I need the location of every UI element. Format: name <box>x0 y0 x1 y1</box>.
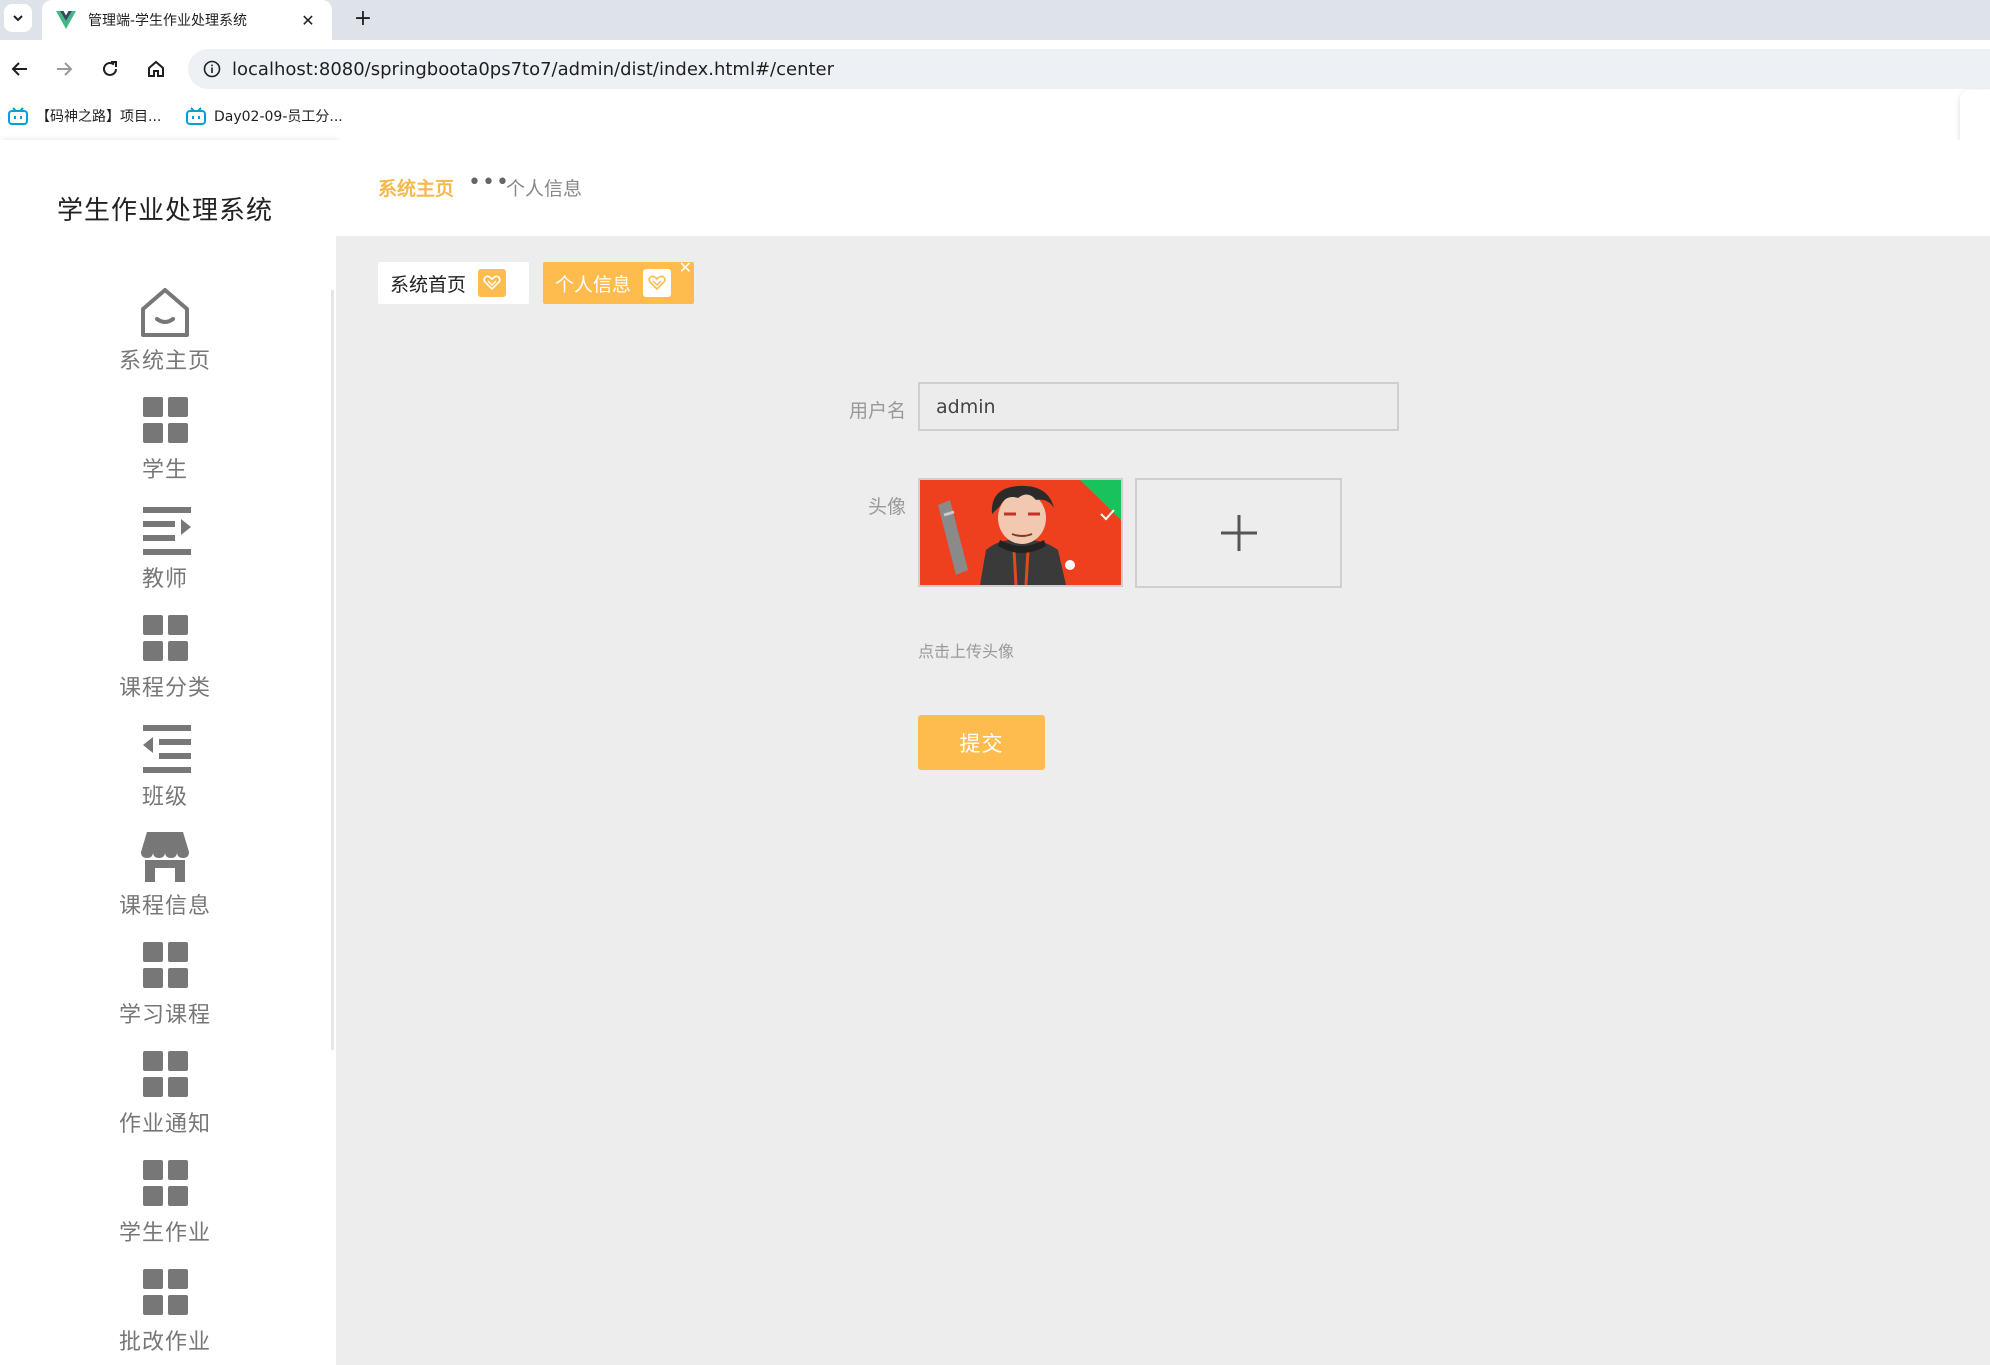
sidebar-item-course-info[interactable]: 课程信息 <box>0 830 330 930</box>
bookmark-item[interactable]: Day02-09-员工分... <box>186 105 343 127</box>
sidebar-item-home[interactable]: 系统主页 <box>0 285 330 385</box>
tab-close-icon[interactable]: ✕ <box>298 11 318 30</box>
app-root: 学生作业处理系统 系统主页 学生 教师 课程分类 班级 课程信息 学习课程 作业… <box>0 140 1990 1365</box>
bookmark-label: 【码神之路】项目... <box>36 109 162 125</box>
sidebar-item-label: 课程分类 <box>118 676 211 701</box>
tab-title: 管理端-学生作业处理系统 <box>88 13 248 29</box>
sidebar-item-classes[interactable]: 班级 <box>0 721 330 821</box>
grid-icon <box>135 612 195 668</box>
grid-icon <box>135 939 195 995</box>
sidebar-item-label: 学生 <box>141 458 188 483</box>
plus-icon <box>1220 515 1257 551</box>
reload-button[interactable] <box>94 53 126 85</box>
grid-icon <box>135 1266 195 1322</box>
sidebar-item-label: 学习课程 <box>118 1003 211 1028</box>
site-info-icon[interactable] <box>192 60 232 78</box>
grid-icon <box>135 1157 195 1213</box>
forward-button[interactable] <box>48 53 80 85</box>
sidebar-item-label: 课程信息 <box>118 894 211 919</box>
sidebar-item-teachers[interactable]: 教师 <box>0 503 330 603</box>
breadcrumb-current: 个人信息 <box>506 178 583 200</box>
arrow-left-icon <box>11 62 27 76</box>
sidebar-item-course-category[interactable]: 课程分类 <box>0 612 330 712</box>
profile-form: 用户名 admin 头像 点击上传头像 提交 <box>336 236 1990 1365</box>
arrow-right-icon <box>57 62 73 76</box>
back-button[interactable] <box>4 53 36 85</box>
avatar-label: 头像 <box>867 496 906 518</box>
breadcrumb-home[interactable]: 系统主页 <box>378 174 454 201</box>
top-header: 系统主页 ••• 个人信息 <box>336 140 1990 236</box>
shop-icon <box>135 830 195 886</box>
browser-tab[interactable]: 管理端-学生作业处理系统 ✕ <box>42 0 332 40</box>
home-icon <box>148 60 164 77</box>
sidebar-item-study-courses[interactable]: 学习课程 <box>0 939 330 1039</box>
browser-tab-bar: 管理端-学生作业处理系统 ✕ + <box>0 0 1990 40</box>
avatar-upload-box[interactable] <box>1135 478 1342 588</box>
sidebar: 学生作业处理系统 系统主页 学生 教师 课程分类 班级 课程信息 学习课程 作业… <box>0 140 336 1365</box>
sidebar-item-student-homework[interactable]: 学生作业 <box>0 1157 330 1257</box>
submit-button[interactable]: 提交 <box>918 715 1045 770</box>
breadcrumb-separator: ••• <box>468 170 510 195</box>
bilibili-icon <box>8 107 28 125</box>
bilibili-icon <box>186 107 206 125</box>
sidebar-item-homework-notice[interactable]: 作业通知 <box>0 1048 330 1148</box>
grid-icon <box>135 394 195 450</box>
bookmarks-bar: 【码神之路】项目... Day02-09-员工分... <box>0 98 1990 134</box>
sidebar-item-label: 作业通知 <box>118 1112 211 1137</box>
upload-hint: 点击上传头像 <box>918 642 1015 661</box>
reload-icon <box>103 61 117 76</box>
sidebar-item-label: 系统主页 <box>118 349 211 374</box>
sidebar-item-students[interactable]: 学生 <box>0 394 330 494</box>
avatar-image[interactable] <box>918 478 1123 587</box>
main-content: 系统首页 个人信息 ✕ 用户名 admin 头像 点击上传头像 提交 <box>336 236 1990 1365</box>
sidebar-item-label: 批改作业 <box>118 1330 211 1355</box>
home-button[interactable] <box>140 53 172 85</box>
vue-logo-icon <box>56 11 76 29</box>
sidebar-item-label: 学生作业 <box>118 1221 211 1246</box>
new-tab-button[interactable]: + <box>348 3 378 33</box>
sidebar-scrollbar[interactable] <box>331 290 334 1050</box>
bookmark-label: Day02-09-员工分... <box>214 109 343 125</box>
sidebar-item-label: 班级 <box>141 785 188 810</box>
outdent-icon <box>135 721 195 777</box>
username-input[interactable]: admin <box>918 382 1399 431</box>
sidebar-item-grade-homework[interactable]: 批改作业 <box>0 1266 330 1365</box>
app-title: 学生作业处理系统 <box>56 196 273 226</box>
sidebar-item-label: 教师 <box>141 567 188 592</box>
home-icon <box>135 285 195 341</box>
username-label: 用户名 <box>848 400 906 422</box>
url-text: localhost:8080/springboota0ps7to7/admin/… <box>232 58 835 80</box>
indent-icon <box>135 503 195 559</box>
address-bar[interactable]: localhost:8080/springboota0ps7to7/admin/… <box>188 49 1990 89</box>
tab-search-button[interactable] <box>4 4 32 32</box>
bookmark-item[interactable]: 【码神之路】项目... <box>8 105 161 127</box>
chevron-down-icon <box>13 15 23 22</box>
grid-icon <box>135 1048 195 1104</box>
